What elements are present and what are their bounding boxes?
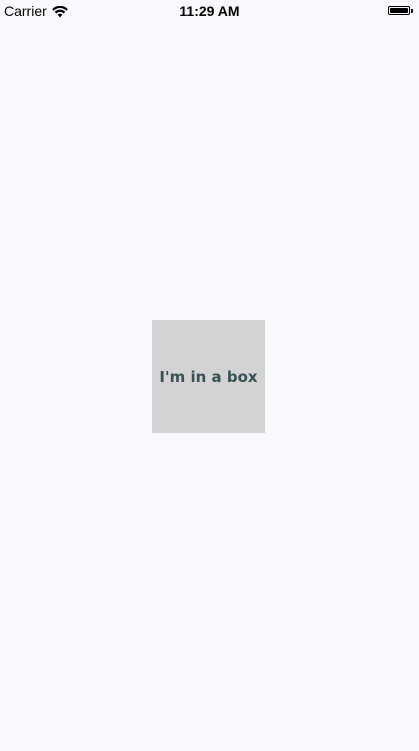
content-box: I'm in a box bbox=[152, 320, 265, 433]
battery-icon bbox=[388, 5, 415, 16]
battery-body bbox=[388, 6, 410, 15]
status-time: 11:29 AM bbox=[179, 3, 240, 19]
battery-tip bbox=[411, 8, 413, 13]
battery-fill bbox=[390, 8, 408, 13]
box-label: I'm in a box bbox=[159, 367, 258, 386]
status-bar: Carrier 11:29 AM bbox=[0, 0, 419, 22]
